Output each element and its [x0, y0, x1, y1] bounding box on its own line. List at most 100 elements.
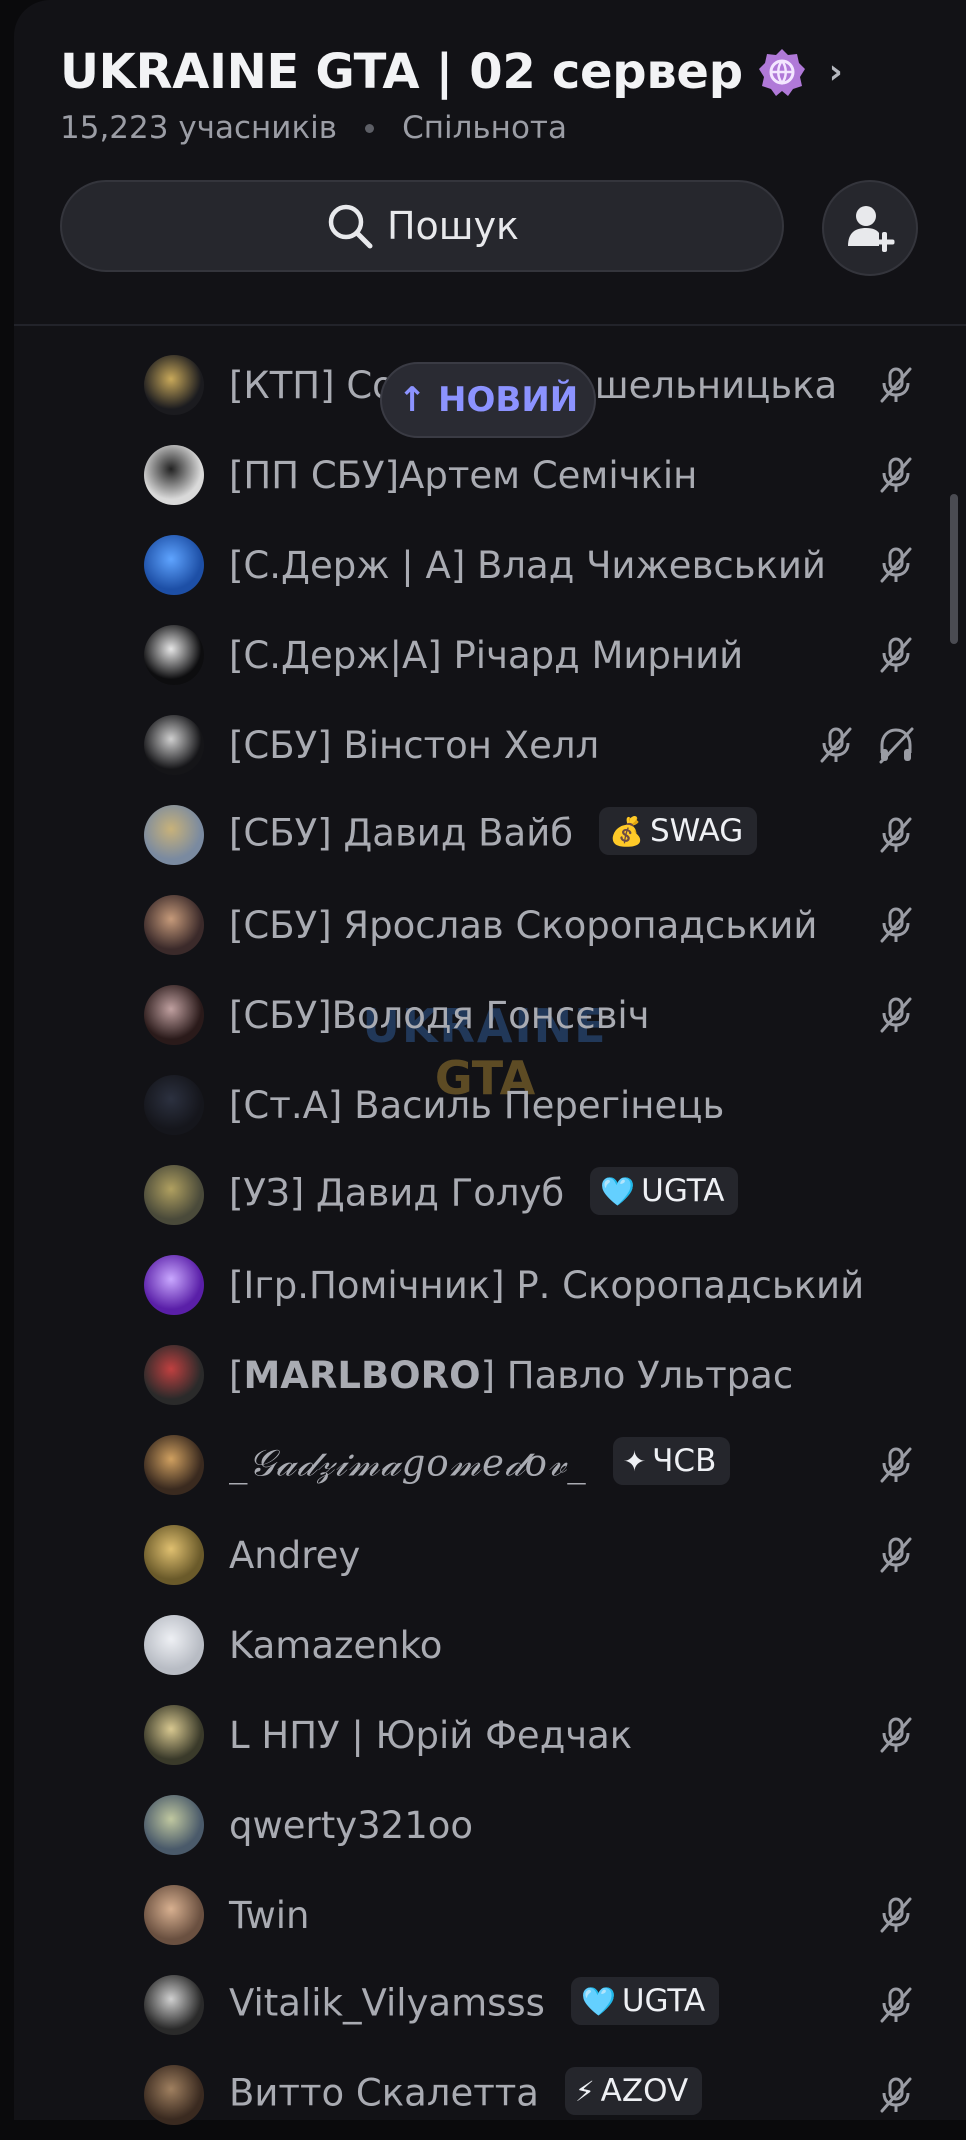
- search-icon: [328, 204, 373, 249]
- muted-mic-icon: [876, 545, 916, 585]
- separator-dot: [365, 123, 375, 133]
- muted-mic-icon: [876, 635, 916, 675]
- role-tag: 💰 SWAG: [599, 807, 758, 855]
- muted-mic-icon: [876, 365, 916, 405]
- member-name: [С.Держ | А] Влад Чижевський: [229, 543, 826, 587]
- avatar: [144, 1345, 204, 1405]
- avatar: [144, 1795, 204, 1855]
- member-name: Vitalik_Vilyamsss 🩵 UGTA: [229, 1977, 720, 2029]
- search-label: Пошук: [386, 204, 520, 248]
- muted-mic-icon: [876, 1445, 916, 1485]
- member-row[interactable]: [ПП СБУ]Артем Семічкін: [0, 430, 966, 520]
- avatar: [144, 445, 204, 505]
- member-row[interactable]: L НПУ | Юрій Федчак: [0, 1690, 966, 1780]
- tag-icon: 💰: [609, 814, 644, 848]
- member-row[interactable]: [СБУ] Вінстон Хелл: [0, 700, 966, 790]
- new-messages-pill[interactable]: ↑ НОВИЙ: [380, 362, 596, 438]
- role-tag: 🩵 UGTA: [570, 1977, 720, 2025]
- avatar: [144, 1525, 204, 1585]
- member-row[interactable]: Kamazenko: [0, 1600, 966, 1690]
- muted-mic-icon: [876, 1895, 916, 1935]
- member-row[interactable]: _𝒢𝒶𝒹𝓏𝒾𝓂𝒶𝑔𝑜𝓂𝑒𝒹𝑜𝓋_ ✦ ЧСВ: [0, 1420, 966, 1510]
- tag-icon: 🩵: [580, 1984, 616, 2018]
- muted-mic-icon: [876, 1715, 916, 1755]
- tag-icon: 🩵: [600, 1174, 636, 1208]
- muted-mic-icon: [876, 815, 916, 855]
- member-name: [СБУ] Ярослав Скоропадський: [229, 903, 818, 947]
- muted-mic-icon: [876, 455, 916, 495]
- tag-icon: ⚡: [574, 2074, 595, 2108]
- member-name: L НПУ | Юрій Федчак: [229, 1713, 633, 1757]
- muted-mic-icon: [876, 1535, 916, 1575]
- deafened-headphones-icon: [876, 725, 916, 765]
- avatar: [144, 355, 204, 415]
- member-name: Kamazenko: [229, 1623, 443, 1667]
- member-name: Витто Скалетта ⚡ AZOV: [229, 2067, 703, 2119]
- avatar: [144, 625, 204, 685]
- server-title[interactable]: UKRAINE GTA | 02 сервер ›: [60, 38, 843, 106]
- member-name: qwerty321oo: [229, 1803, 474, 1847]
- avatar: [144, 895, 204, 955]
- member-row[interactable]: qwerty321oo: [0, 1780, 966, 1870]
- avatar: [144, 1435, 204, 1495]
- member-name: Andrey: [229, 1533, 361, 1577]
- member-name: [Ігр.Помічник] Р. Скоропадський: [229, 1263, 865, 1307]
- member-name: [СБУ] Давид Вайб 💰 SWAG: [229, 807, 758, 859]
- role-tag: ✦ ЧСВ: [612, 1437, 731, 1485]
- member-row[interactable]: [СБУ]Володя Гонсєвіч: [0, 970, 966, 1060]
- member-name: [СБУ] Вінстон Хелл: [229, 723, 600, 767]
- member-row[interactable]: [СБУ] Ярослав Скоропадський: [0, 880, 966, 970]
- avatar: [144, 1885, 204, 1945]
- avatar: [144, 535, 204, 595]
- invite-member-button[interactable]: [822, 180, 918, 276]
- muted-mic-icon: [876, 2075, 916, 2115]
- avatar: [144, 985, 204, 1045]
- member-row[interactable]: Twin: [0, 1870, 966, 1960]
- tag-icon: ✦: [622, 1444, 647, 1478]
- muted-mic-icon: [876, 995, 916, 1035]
- member-name: [MARLBORO] Павло Ультрас: [229, 1353, 794, 1397]
- server-type: Спільнота: [402, 110, 567, 146]
- member-name: [УЗ] Давид Голуб 🩵 UGTA: [229, 1167, 739, 1219]
- server-name: UKRAINE GTA | 02 сервер: [60, 44, 743, 100]
- member-row[interactable]: [Ігр.Помічник] Р. Скоропадський: [0, 1240, 966, 1330]
- avatar: [144, 805, 204, 865]
- avatar: [144, 1975, 204, 2035]
- role-tag: 🩵 UGTA: [590, 1167, 739, 1215]
- header-divider: [14, 324, 966, 326]
- server-header[interactable]: UKRAINE GTA | 02 сервер › 15,223 учасник…: [60, 38, 843, 146]
- muted-mic-icon: [876, 1985, 916, 2025]
- member-count: 15,223 учасників: [60, 110, 338, 146]
- search-button[interactable]: Пошук: [60, 180, 784, 272]
- member-row[interactable]: Vitalik_Vilyamsss 🩵 UGTA: [0, 1960, 966, 2050]
- avatar: [144, 1165, 204, 1225]
- community-badge-icon: [757, 47, 807, 97]
- member-row[interactable]: [MARLBORO] Павло Ультрас: [0, 1330, 966, 1420]
- member-name: [ПП СБУ]Артем Семічкін: [229, 453, 698, 497]
- avatar: [144, 1705, 204, 1765]
- avatar: [144, 2065, 204, 2125]
- member-row[interactable]: [Ст.А] Василь Перегінець: [0, 1060, 966, 1150]
- member-row[interactable]: [УЗ] Давид Голуб 🩵 UGTA: [0, 1150, 966, 1240]
- role-tag: ⚡ AZOV: [564, 2067, 703, 2115]
- server-subtitle: 15,223 учасників Спільнота: [60, 110, 842, 146]
- member-row[interactable]: Andrey: [0, 1510, 966, 1600]
- avatar: [144, 715, 204, 775]
- member-row[interactable]: [СБУ] Давид Вайб 💰 SWAG: [0, 790, 966, 880]
- avatar: [144, 1075, 204, 1135]
- member-row[interactable]: Витто Скалетта ⚡ AZOV: [0, 2050, 966, 2140]
- member-row[interactable]: [С.Держ|А] Річард Мирний: [0, 610, 966, 700]
- member-name: [СБУ]Володя Гонсєвіч: [229, 993, 650, 1037]
- new-pill-label: ↑ НОВИЙ: [397, 380, 579, 420]
- chevron-right-icon[interactable]: ›: [829, 52, 843, 92]
- add-user-icon: [848, 206, 895, 252]
- member-name: [Ст.А] Василь Перегінець: [229, 1083, 725, 1127]
- member-row[interactable]: [С.Держ | А] Влад Чижевський: [0, 520, 966, 610]
- member-name: [С.Держ|А] Річард Мирний: [229, 633, 744, 677]
- avatar: [144, 1615, 204, 1675]
- member-name: Twin: [229, 1893, 310, 1937]
- muted-mic-icon: [816, 725, 856, 765]
- scrollbar[interactable]: [950, 494, 958, 644]
- muted-mic-icon: [876, 905, 916, 945]
- avatar: [144, 1255, 204, 1315]
